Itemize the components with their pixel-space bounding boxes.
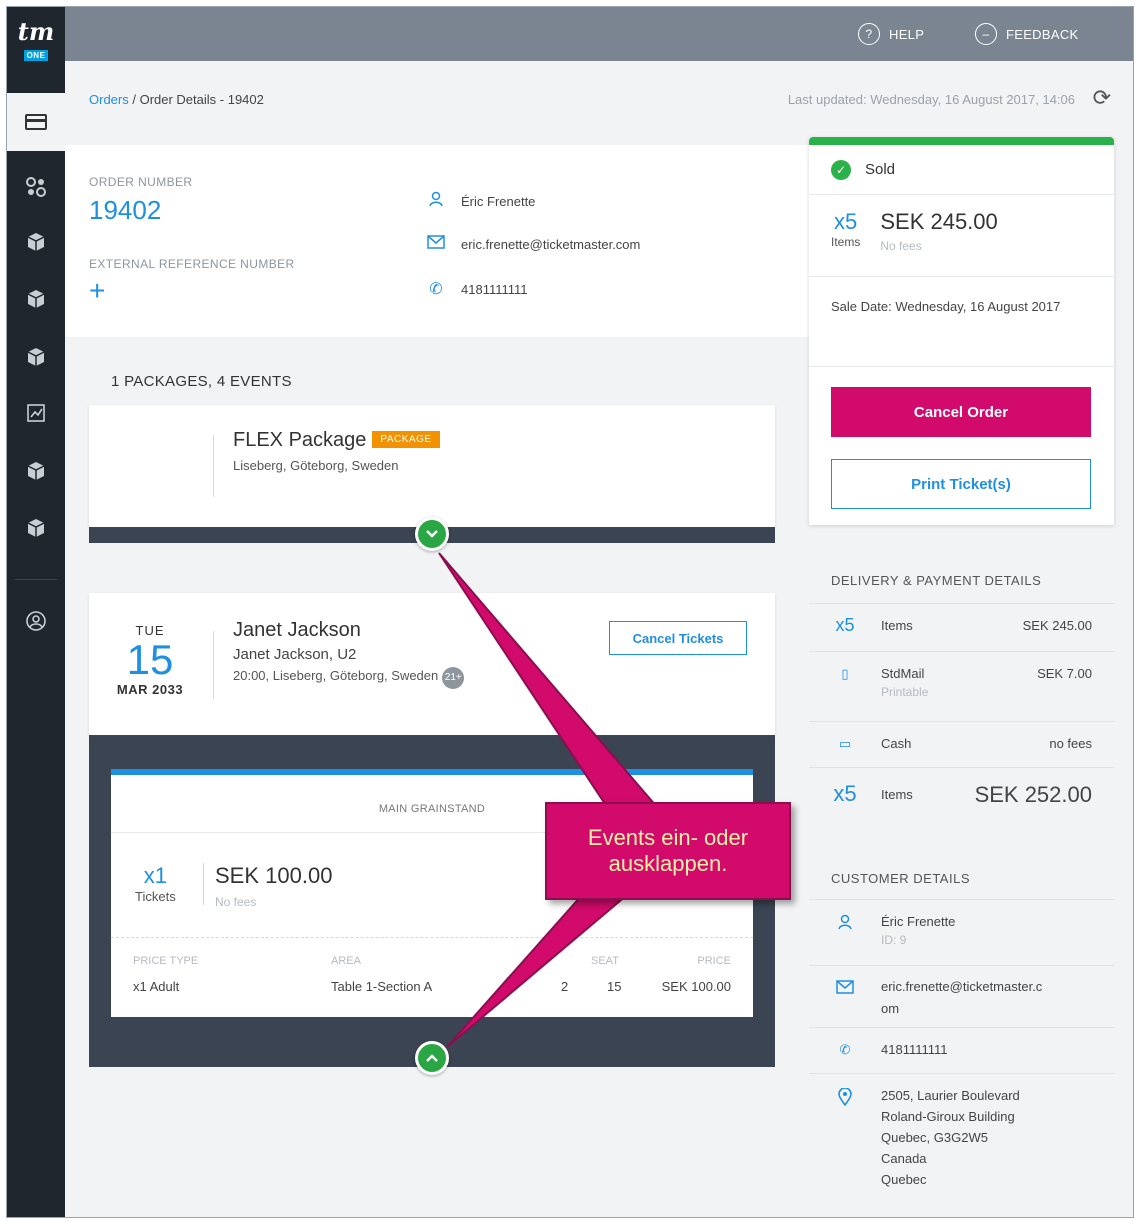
annotation-callout: Events ein- oder ausklappen. — [545, 802, 791, 900]
callout-pointers — [438, 552, 660, 1048]
callout-line-1: Events ein- oder — [587, 825, 749, 850]
app-window: tm ONE ? HELP – FEEDBACK Orders / Order … — [6, 6, 1134, 1218]
callout-line-2: ausklappen. — [608, 851, 728, 876]
